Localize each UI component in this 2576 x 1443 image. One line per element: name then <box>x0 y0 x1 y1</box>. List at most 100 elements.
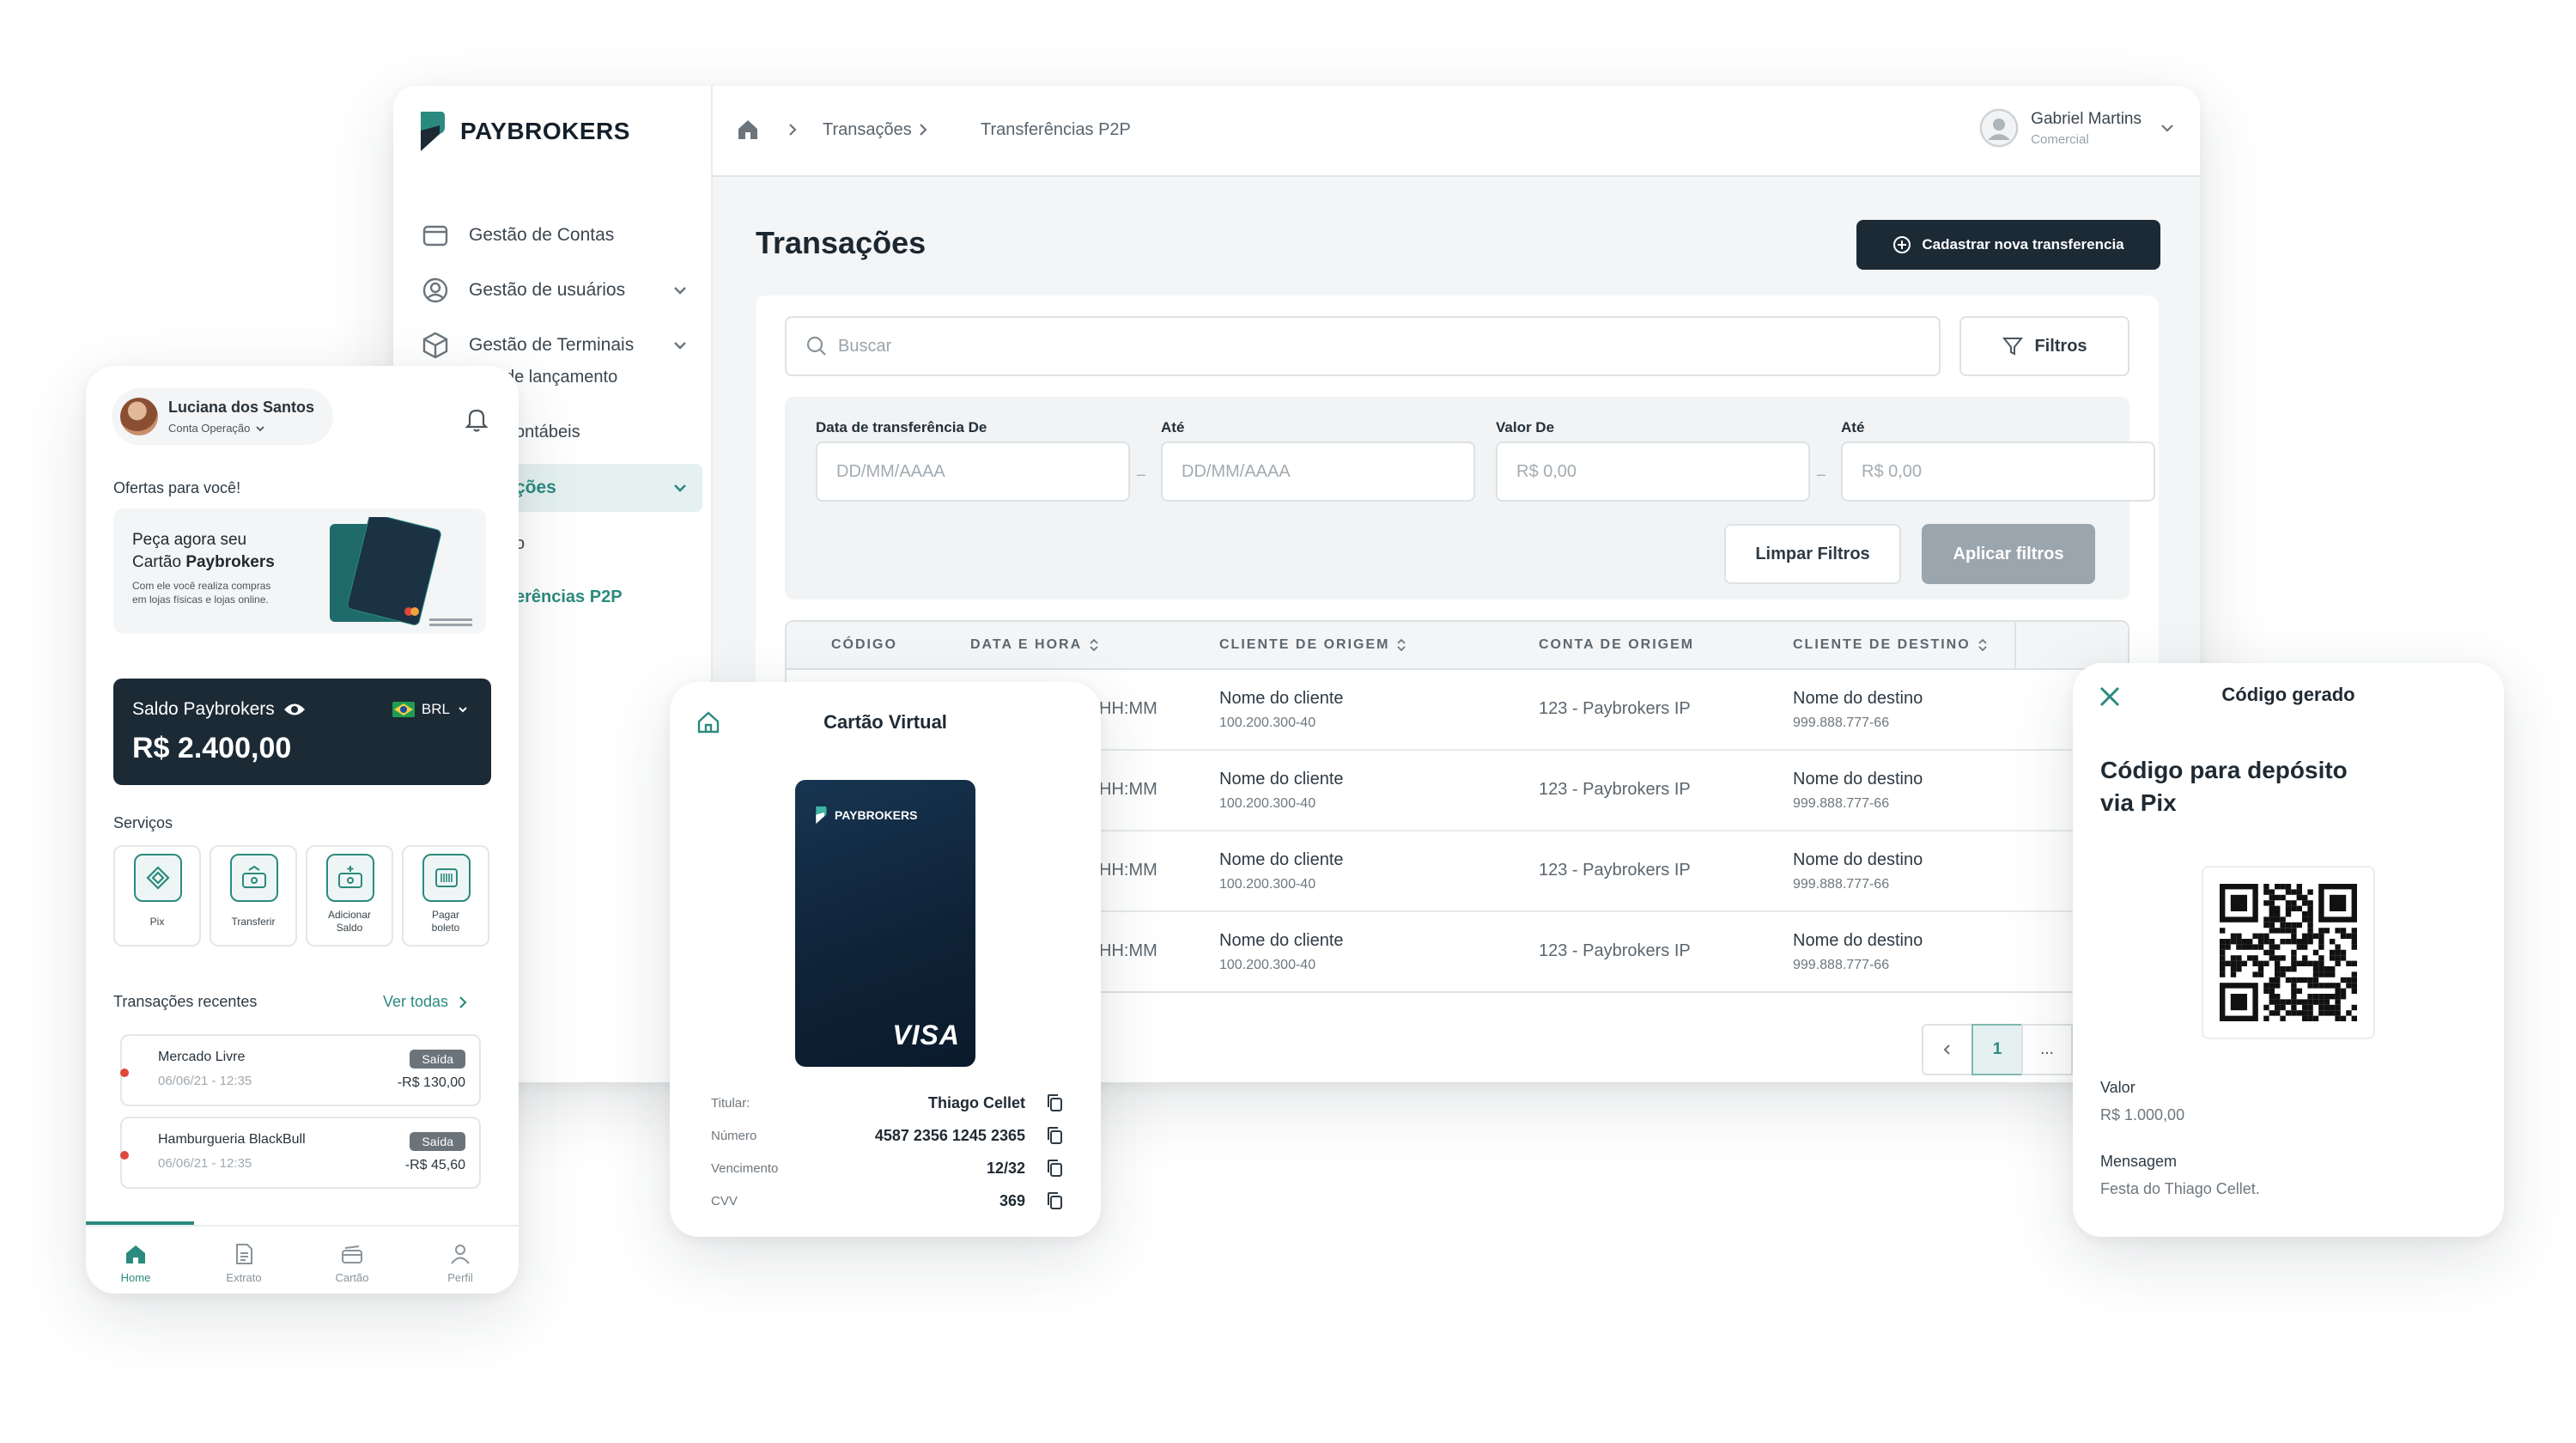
see-all-link[interactable]: Ver todas <box>383 993 469 1011</box>
list-item[interactable]: Hamburgueria BlackBull 06/06/21 - 12:35 … <box>120 1117 481 1189</box>
copy-icon[interactable] <box>1044 1158 1065 1178</box>
column-conta-origem[interactable]: CONTA DE ORIGEM <box>1539 637 1694 653</box>
qr-module <box>2324 999 2330 1005</box>
sidebar-item-lancamento[interactable]: de lançamento <box>505 368 617 387</box>
breadcrumb-transferencias-p2p[interactable]: Transferências P2P <box>981 120 1131 140</box>
bottom-tab-bar: Home Extrato Cartão Perfil <box>86 1225 519 1294</box>
tab-home[interactable]: Home <box>93 1242 179 1284</box>
qr-module <box>2263 900 2269 906</box>
copy-icon[interactable] <box>1044 1093 1065 1113</box>
qr-module <box>2291 928 2297 934</box>
chevron-down-icon <box>674 484 686 492</box>
balance-card: Saldo Paybrokers BRL R$ 2.400,00 <box>113 679 491 785</box>
apply-filters-button[interactable]: Aplicar filtros <box>1922 524 2095 584</box>
qr-module <box>2269 894 2275 901</box>
qr-module <box>2285 977 2292 983</box>
value-from-input[interactable]: R$ 0,00 <box>1496 441 1810 502</box>
qr-module <box>2269 922 2275 929</box>
transaction-value: -R$ 45,60 <box>404 1158 465 1172</box>
service-pix-button[interactable]: Pix <box>113 845 201 947</box>
card-expiry-row: Vencimento 12/32 <box>711 1158 1065 1178</box>
add-money-icon <box>338 866 362 888</box>
qr-module <box>2346 983 2352 989</box>
filters-label: Filtros <box>2034 336 2087 356</box>
currency-selector[interactable]: BRL <box>392 701 469 718</box>
qr-module <box>2280 916 2286 922</box>
qr-module <box>2291 994 2297 1000</box>
account-switcher[interactable]: Luciana dos Santos Conta Operação <box>112 388 333 445</box>
field-value: 369 <box>999 1192 1025 1209</box>
qr-module <box>2291 966 2297 972</box>
qr-module <box>2330 966 2336 972</box>
qr-module <box>2269 999 2275 1005</box>
clear-filters-button[interactable]: Limpar Filtros <box>1724 524 1901 584</box>
tab-extrato[interactable]: Extrato <box>201 1242 287 1284</box>
desktop-window: PAYBROKERS Gestão de Contas Gestão de us… <box>393 86 2200 1082</box>
column-cliente-destino[interactable]: CLIENTE DE DESTINO <box>1793 637 1988 653</box>
new-transfer-button[interactable]: Cadastrar nova transferencia <box>1856 220 2160 270</box>
qr-module <box>2275 928 2281 934</box>
eye-icon[interactable] <box>283 702 306 717</box>
chevron-down-icon <box>256 425 265 431</box>
cell-origin-account: 123 - Paybrokers IP <box>1539 780 1691 799</box>
promo-banner[interactable]: Peça agora seu Cartão Paybrokers Com ele … <box>113 508 486 634</box>
bell-icon[interactable] <box>464 405 489 433</box>
copy-icon[interactable] <box>1044 1190 1065 1211</box>
sidebar-item-contabeis[interactable]: ontábeis <box>515 423 580 442</box>
service-label-line2: Saldo <box>336 922 363 934</box>
tab-perfil[interactable]: Perfil <box>417 1242 503 1284</box>
sidebar-item-gestao-terminais[interactable]: Gestão de Terminais <box>416 321 702 369</box>
qr-module <box>2307 983 2313 989</box>
value-to-input[interactable]: R$ 0,00 <box>1841 441 2155 502</box>
qr-module <box>2263 939 2269 945</box>
date-to-input[interactable]: DD/MM/AAAA <box>1161 441 1475 502</box>
sidebar-item-gestao-usuarios[interactable]: Gestão de usuários <box>416 266 702 314</box>
sidebar-subitem-transferencias-p2p[interactable]: erências P2P <box>515 588 623 607</box>
new-transfer-label: Cadastrar nova transferencia <box>1922 236 2124 253</box>
list-item[interactable]: Mercado Livre 06/06/21 - 12:35 Saída -R$… <box>120 1034 481 1106</box>
value-label: Valor <box>2100 1079 2136 1096</box>
pagination-prev-button[interactable] <box>1922 1024 1973 1075</box>
pagination-ellipsis[interactable]: ... <box>2021 1024 2073 1075</box>
tab-cartao[interactable]: Cartão <box>309 1242 395 1284</box>
recent-transactions-title: Transações recentes <box>113 993 258 1010</box>
brand-name: PAYBROKERS <box>460 118 630 144</box>
brand-logo[interactable]: PAYBROKERS <box>417 110 630 153</box>
column-cliente-origem[interactable]: CLIENTE DE ORIGEM <box>1219 637 1406 653</box>
card-network: VISA <box>892 1020 960 1050</box>
qr-module <box>2220 939 2226 945</box>
qr-module <box>2275 971 2281 977</box>
qr-module <box>2263 988 2269 994</box>
qr-module <box>2335 955 2341 961</box>
cell-dest-client: Nome do destino 999.888.777-66 <box>1793 689 1923 730</box>
service-add-balance-button[interactable]: Adicionar Saldo <box>306 845 393 947</box>
qr-module <box>2335 988 2341 994</box>
service-pay-bill-button[interactable]: Pagar boleto <box>402 845 489 947</box>
qr-module <box>2257 944 2264 950</box>
column-data-hora[interactable]: DATA E HORA <box>970 637 1099 653</box>
qr-module <box>2302 977 2308 983</box>
pagination-page-1[interactable]: 1 <box>1971 1024 2023 1075</box>
date-from-input[interactable]: DD/MM/AAAA <box>816 441 1130 502</box>
copy-icon[interactable] <box>1044 1125 1065 1146</box>
service-transfer-button[interactable]: Transferir <box>210 845 297 947</box>
filters-button[interactable]: Filtros <box>1959 316 2129 376</box>
qr-module <box>2351 944 2357 950</box>
qr-module <box>2335 928 2341 934</box>
qr-module <box>2335 999 2341 1005</box>
qr-module <box>2340 949 2347 956</box>
qr-module <box>2269 988 2275 994</box>
user-menu[interactable]: Gabriel Martins Comercial <box>1979 108 2176 148</box>
column-codigo[interactable]: CÓDIGO <box>831 637 897 653</box>
sidebar-item-gestao-contas[interactable]: Gestão de Contas <box>416 211 702 259</box>
qr-module <box>2230 939 2237 945</box>
promo-desc1: Com ele você realiza compras <box>132 580 271 592</box>
qr-module <box>2275 999 2281 1005</box>
pix-heading-line2: via Pix <box>2100 789 2177 816</box>
qr-module <box>2296 1010 2302 1016</box>
qr-module <box>2236 939 2242 945</box>
breadcrumb-transacoes[interactable]: Transações <box>823 120 912 140</box>
home-icon[interactable] <box>735 117 761 143</box>
qr-module <box>2236 960 2242 966</box>
search-input[interactable]: Buscar <box>785 316 1941 376</box>
